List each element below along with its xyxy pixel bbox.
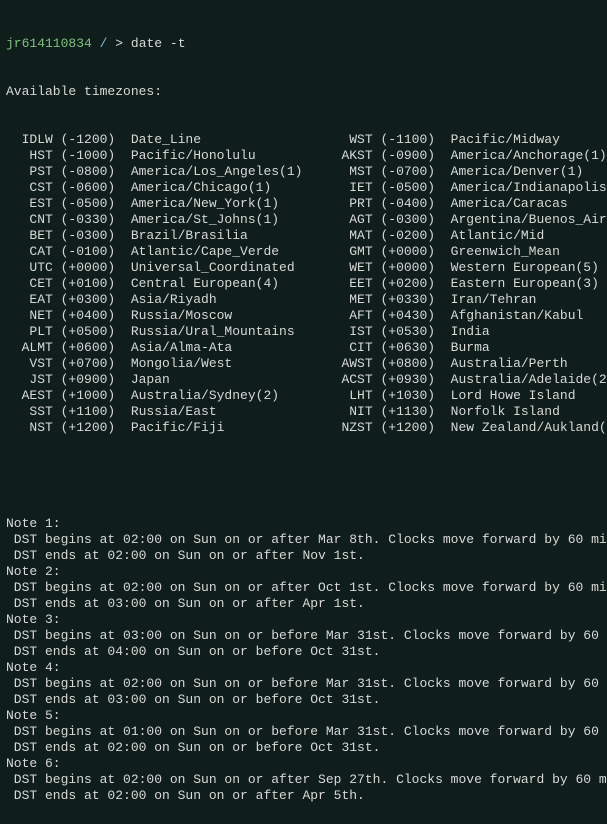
note-line: DST ends at 02:00 on Sun on or after Apr…: [6, 788, 601, 804]
timezone-row: VST (+0700) Mongolia/West AWST (+0800) A…: [6, 356, 601, 372]
note-line: DST ends at 02:00 on Sun on or after Nov…: [6, 548, 601, 564]
timezone-row: CNT (-0330) America/St_Johns(1) AGT (-03…: [6, 212, 601, 228]
notes-section: Note 1: DST begins at 02:00 on Sun on or…: [6, 516, 601, 804]
blank-line: [6, 468, 601, 484]
note-title: Note 2:: [6, 564, 601, 580]
note-title: Note 5:: [6, 708, 601, 724]
timezone-row: NET (+0400) Russia/Moscow AFT (+0430) Af…: [6, 308, 601, 324]
terminal-output[interactable]: jr614110834 / > date -t Available timezo…: [0, 0, 607, 824]
prompt-user: jr614110834: [6, 36, 92, 51]
timezone-row: JST (+0900) Japan ACST (+0930) Australia…: [6, 372, 601, 388]
timezone-row: BET (-0300) Brazil/Brasilia MAT (-0200) …: [6, 228, 601, 244]
timezone-row: EST (-0500) America/New_York(1) PRT (-04…: [6, 196, 601, 212]
timezone-row: AEST (+1000) Australia/Sydney(2) LHT (+1…: [6, 388, 601, 404]
note-line: DST ends at 03:00 on Sun on or after Apr…: [6, 596, 601, 612]
prompt-symbol: >: [115, 36, 123, 51]
note-line: DST begins at 02:00 on Sun on or before …: [6, 676, 601, 692]
note-title: Note 3:: [6, 612, 601, 628]
note-line: DST ends at 03:00 on Sun on or before Oc…: [6, 692, 601, 708]
timezone-row: CAT (-0100) Atlantic/Cape_Verde GMT (+00…: [6, 244, 601, 260]
note-title: Note 6:: [6, 756, 601, 772]
timezone-row: IDLW (-1200) Date_Line WST (-1100) Pacif…: [6, 132, 601, 148]
prompt-path: /: [100, 36, 108, 51]
prompt-line: jr614110834 / > date -t: [6, 36, 601, 52]
timezone-row: CET (+0100) Central European(4) EET (+02…: [6, 276, 601, 292]
timezone-row: PST (-0800) America/Los_Angeles(1) MST (…: [6, 164, 601, 180]
timezone-row: SST (+1100) Russia/East NIT (+1130) Norf…: [6, 404, 601, 420]
timezone-row: UTC (+0000) Universal_Coordinated WET (+…: [6, 260, 601, 276]
timezone-row: PLT (+0500) Russia/Ural_Mountains IST (+…: [6, 324, 601, 340]
note-title: Note 1:: [6, 516, 601, 532]
note-line: DST begins at 02:00 on Sun on or after O…: [6, 580, 601, 596]
note-line: DST begins at 03:00 on Sun on or before …: [6, 628, 601, 644]
note-line: DST ends at 02:00 on Sun on or before Oc…: [6, 740, 601, 756]
output-header: Available timezones:: [6, 84, 601, 100]
note-line: DST begins at 02:00 on Sun on or after S…: [6, 772, 601, 788]
note-title: Note 4:: [6, 660, 601, 676]
note-line: DST ends at 04:00 on Sun on or before Oc…: [6, 644, 601, 660]
note-line: DST begins at 01:00 on Sun on or before …: [6, 724, 601, 740]
timezone-row: HST (-1000) Pacific/Honolulu AKST (-0900…: [6, 148, 601, 164]
timezone-row: NST (+1200) Pacific/Fiji NZST (+1200) Ne…: [6, 420, 601, 436]
timezone-row: EAT (+0300) Asia/Riyadh MET (+0330) Iran…: [6, 292, 601, 308]
command-text: date -t: [131, 36, 186, 51]
timezone-row: CST (-0600) America/Chicago(1) IET (-050…: [6, 180, 601, 196]
note-line: DST begins at 02:00 on Sun on or after M…: [6, 532, 601, 548]
timezone-row: ALMT (+0600) Asia/Alma-Ata CIT (+0630) B…: [6, 340, 601, 356]
timezone-table: IDLW (-1200) Date_Line WST (-1100) Pacif…: [6, 132, 601, 436]
